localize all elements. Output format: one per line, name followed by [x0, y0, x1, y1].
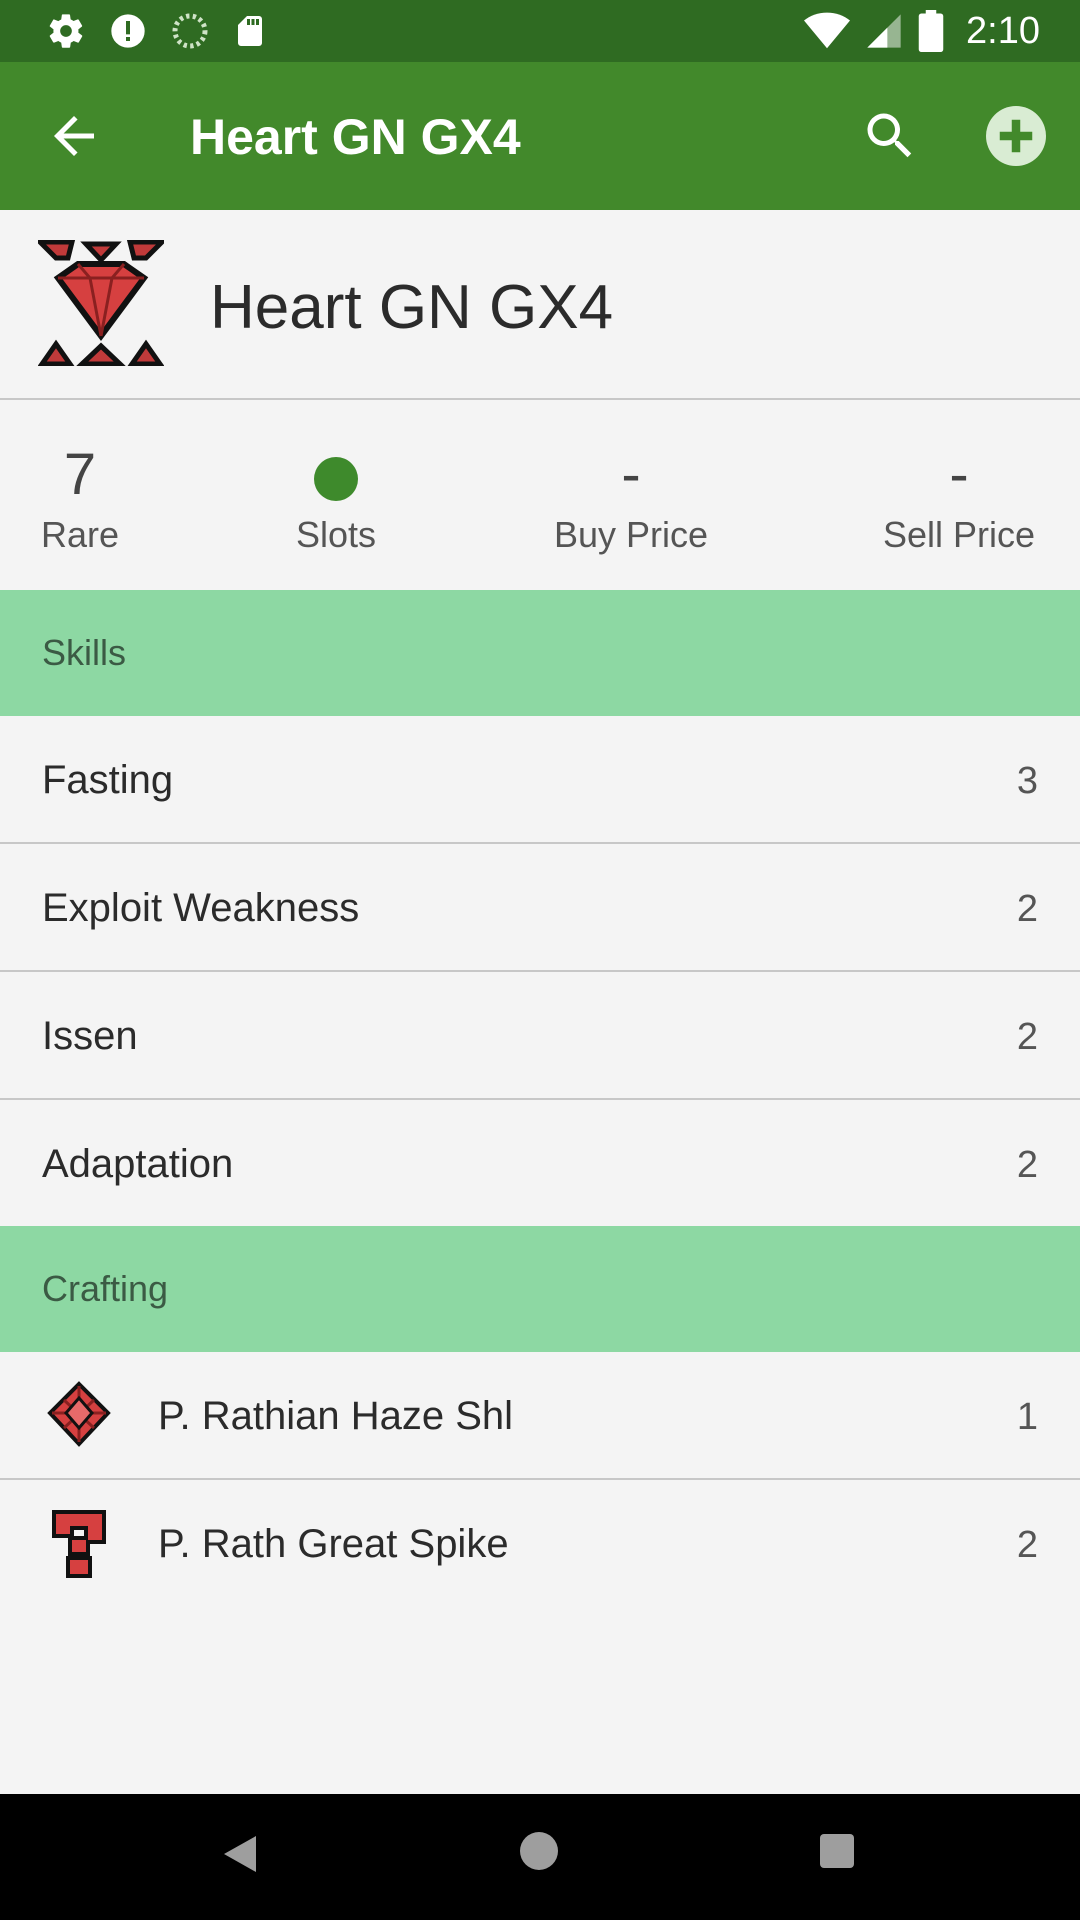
buy-price-value: -: [621, 442, 641, 507]
sell-price-label: Sell Price: [882, 514, 1036, 555]
sync-icon: [172, 13, 208, 49]
nav-back-icon[interactable]: [222, 1834, 258, 1874]
skills-header-label: Skills: [42, 632, 127, 673]
buy-price-label: Buy Price: [553, 514, 709, 555]
skill-name: Exploit Weakness: [42, 886, 360, 930]
skill-level: 2: [1016, 1144, 1038, 1186]
item-name: Heart GN GX4: [210, 273, 614, 342]
add-circle-icon[interactable]: [986, 106, 1046, 166]
item-stats: 7 Rare Slots - Buy Price - Sell Price: [0, 400, 1080, 590]
skill-level: 2: [1016, 1016, 1038, 1058]
battery-icon: [918, 10, 944, 52]
red-gem-armor-icon: [38, 240, 164, 366]
crafting-section-header: Crafting: [0, 1226, 1080, 1352]
status-bar: 2:10: [0, 0, 1080, 62]
search-icon[interactable]: [860, 106, 920, 166]
skill-name: Issen: [42, 1014, 138, 1058]
skills-section-header: Skills: [0, 590, 1080, 716]
crafting-item-name: P. Rathian Haze Shl: [158, 1394, 514, 1438]
crafting-item-name: P. Rath Great Spike: [158, 1522, 509, 1566]
skill-row-issen[interactable]: Issen 2: [0, 972, 1080, 1100]
nav-home-icon[interactable]: [520, 1832, 558, 1870]
nav-recents-icon[interactable]: [820, 1834, 854, 1868]
alert-icon: [111, 14, 145, 48]
item-header: Heart GN GX4: [0, 210, 1080, 400]
crafting-item-qty: 2: [1016, 1524, 1038, 1566]
skill-row-fasting[interactable]: Fasting 3: [0, 716, 1080, 844]
rare-label: Rare: [40, 514, 120, 555]
skill-row-adaptation[interactable]: Adaptation 2: [0, 1100, 1080, 1228]
crafting-row-rath-great-spike[interactable]: P. Rath Great Spike 2: [0, 1480, 1080, 1608]
skill-level: 2: [1016, 888, 1038, 930]
skill-name: Adaptation: [42, 1142, 234, 1186]
rare-value: 7: [63, 442, 97, 507]
signal-icon: [867, 14, 901, 48]
skill-level: 3: [1016, 760, 1038, 802]
system-nav-bar: [0, 1794, 1080, 1920]
sd-card-icon: [238, 16, 262, 46]
back-arrow-icon[interactable]: [44, 106, 104, 166]
app-bar-title: Heart GN GX4: [190, 109, 521, 165]
stat-sell-price: - Sell Price: [874, 442, 1044, 556]
crafting-row-rathian-haze-shl[interactable]: P. Rathian Haze Shl 1: [0, 1352, 1080, 1480]
wifi-icon: [804, 12, 851, 49]
settings-icon: [49, 14, 83, 48]
status-time: 2:10: [966, 9, 1040, 52]
red-shell-icon: [47, 1381, 111, 1447]
stat-slots: Slots: [284, 442, 388, 556]
slots-label: Slots: [295, 514, 377, 555]
red-question-mark-icon: [52, 1510, 106, 1578]
sell-price-value: -: [949, 442, 969, 507]
crafting-item-qty: 1: [1016, 1396, 1038, 1438]
skill-name: Fasting: [42, 758, 174, 802]
slot-dot-icon: [314, 456, 358, 501]
app-bar: Heart GN GX4: [0, 62, 1080, 210]
crafting-header-label: Crafting: [42, 1268, 169, 1309]
skill-row-exploit-weakness[interactable]: Exploit Weakness 2: [0, 844, 1080, 972]
stat-rare: 7 Rare: [40, 442, 120, 556]
stat-buy-price: - Buy Price: [546, 442, 716, 556]
